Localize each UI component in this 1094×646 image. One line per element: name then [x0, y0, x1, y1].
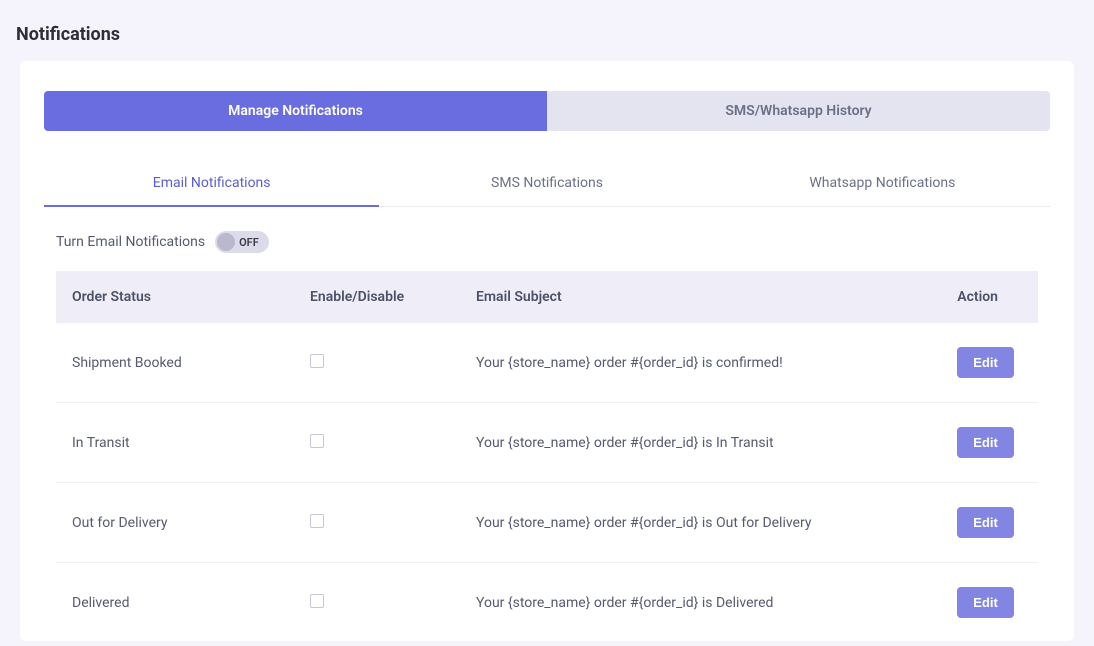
tab-sms-notifications[interactable]: SMS Notifications	[379, 161, 714, 207]
cell-order-status: Shipment Booked	[56, 323, 294, 403]
tab-sms-whatsapp-history[interactable]: SMS/Whatsapp History	[547, 91, 1050, 131]
cell-enable	[294, 483, 460, 563]
th-email-subject: Email Subject	[460, 271, 941, 323]
th-order-status: Order Status	[56, 271, 294, 323]
th-enable-disable: Enable/Disable	[294, 271, 460, 323]
table-row: Out for Delivery Your {store_name} order …	[56, 483, 1038, 563]
toggle-label: Turn Email Notifications	[56, 234, 205, 250]
cell-enable	[294, 323, 460, 403]
cell-action: Edit	[941, 323, 1038, 403]
sub-tabs: Email Notifications SMS Notifications Wh…	[44, 161, 1050, 207]
table-row: Shipment Booked Your {store_name} order #…	[56, 323, 1038, 403]
enable-checkbox[interactable]	[310, 434, 324, 448]
th-action: Action	[941, 271, 1038, 323]
cell-order-status: Delivered	[56, 563, 294, 642]
edit-button[interactable]: Edit	[957, 347, 1014, 378]
main-tabs: Manage Notifications SMS/Whatsapp Histor…	[44, 91, 1050, 131]
cell-email-subject: Your {store_name} order #{order_id} is c…	[460, 323, 941, 403]
notifications-table: Order Status Enable/Disable Email Subjec…	[56, 271, 1038, 641]
toggle-knob	[217, 233, 235, 251]
cell-enable	[294, 403, 460, 483]
tab-manage-notifications[interactable]: Manage Notifications	[44, 91, 547, 131]
toggle-row: Turn Email Notifications OFF	[44, 207, 1050, 271]
email-notifications-toggle[interactable]: OFF	[215, 231, 269, 253]
cell-action: Edit	[941, 403, 1038, 483]
edit-button[interactable]: Edit	[957, 427, 1014, 458]
cell-order-status: Out for Delivery	[56, 483, 294, 563]
enable-checkbox[interactable]	[310, 594, 324, 608]
cell-enable	[294, 563, 460, 642]
cell-email-subject: Your {store_name} order #{order_id} is O…	[460, 483, 941, 563]
page-title: Notifications	[0, 0, 1094, 61]
enable-checkbox[interactable]	[310, 514, 324, 528]
cell-order-status: In Transit	[56, 403, 294, 483]
cell-action: Edit	[941, 563, 1038, 642]
cell-email-subject: Your {store_name} order #{order_id} is I…	[460, 403, 941, 483]
tab-email-notifications[interactable]: Email Notifications	[44, 161, 379, 207]
notifications-card: Manage Notifications SMS/Whatsapp Histor…	[20, 61, 1074, 641]
edit-button[interactable]: Edit	[957, 507, 1014, 538]
toggle-state: OFF	[239, 236, 259, 249]
tab-whatsapp-notifications[interactable]: Whatsapp Notifications	[715, 161, 1050, 207]
edit-button[interactable]: Edit	[957, 587, 1014, 618]
table-row: Delivered Your {store_name} order #{order…	[56, 563, 1038, 642]
table-row: In Transit Your {store_name} order #{orde…	[56, 403, 1038, 483]
cell-action: Edit	[941, 483, 1038, 563]
enable-checkbox[interactable]	[310, 354, 324, 368]
cell-email-subject: Your {store_name} order #{order_id} is D…	[460, 563, 941, 642]
